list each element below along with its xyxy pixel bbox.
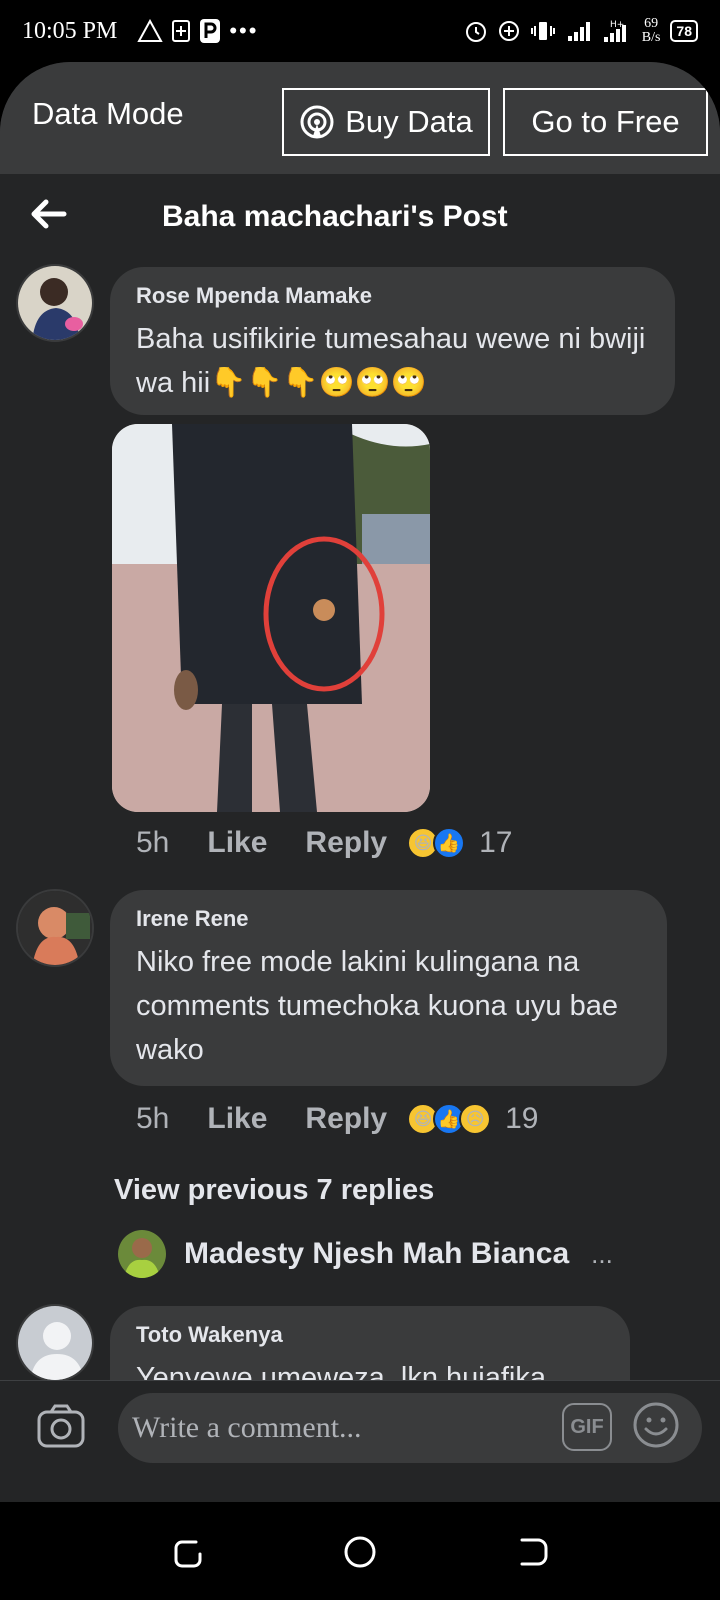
facebook-lite-app: Data Mode Buy Data Go to Free Baha macha… <box>0 62 720 1502</box>
go-to-free-label: Go to Free <box>531 104 680 139</box>
emoji-icon[interactable] <box>632 1401 680 1449</box>
buy-data-button[interactable]: Buy Data <box>282 88 490 156</box>
back-arrow-icon[interactable] <box>28 194 68 234</box>
comment-actions: 5h Like Reply 😆 👍 17 <box>136 826 512 860</box>
gif-icon[interactable]: GIF <box>562 1403 612 1451</box>
broadcast-icon <box>300 105 334 139</box>
network-speed: 69 B/s <box>642 17 661 45</box>
post-header: Baha machachari's Post <box>0 174 720 264</box>
comment-author[interactable]: Toto Wakenya <box>136 1322 604 1348</box>
status-right-icons: H+ 69 B/s 78 <box>464 17 698 45</box>
status-time: 10:05 PM <box>22 17 118 44</box>
buy-data-label: Buy Data <box>345 104 473 139</box>
comment-composer: GIF <box>0 1380 720 1502</box>
signal-2-icon: H+ <box>603 20 626 42</box>
camera-icon[interactable] <box>36 1403 86 1449</box>
reply-avatar-photo <box>118 1230 166 1278</box>
data-mode-label: Data Mode <box>32 96 184 131</box>
like-button[interactable]: Like <box>207 826 267 860</box>
signal-1-icon <box>567 22 590 41</box>
comment-text: Niko free mode lakini kulingana na comme… <box>136 946 618 1066</box>
sad-reaction-icon: 😥 <box>459 1103 492 1135</box>
navigation-bar <box>0 1502 720 1600</box>
reply-author: Madesty Njesh Mah Bianca <box>184 1237 570 1270</box>
reply-more: ... <box>591 1238 613 1269</box>
like-reaction-icon: 👍 <box>433 827 466 859</box>
vibrate-icon <box>530 22 555 40</box>
avatar[interactable] <box>118 1230 166 1278</box>
avatar-photo <box>18 266 92 340</box>
reactions[interactable]: 😆 👍 😥 <box>407 1103 492 1135</box>
comment-time: 5h <box>136 1102 170 1135</box>
data-saver-icon <box>498 21 519 41</box>
avatar[interactable] <box>16 889 94 967</box>
alarm-icon <box>465 22 486 42</box>
reaction-count: 19 <box>505 1102 539 1135</box>
warning-triangle-icon <box>137 19 164 42</box>
reply-button[interactable]: Reply <box>305 826 387 860</box>
back-icon[interactable] <box>514 1532 554 1572</box>
comment-actions: 5h Like Reply 😆 👍 😥 19 <box>136 1102 538 1136</box>
default-profile-icon <box>18 1306 92 1380</box>
comment-image[interactable] <box>112 424 430 812</box>
more-notifications-icon: ••• <box>229 18 259 43</box>
battery-icon: 78 <box>670 20 698 42</box>
comment-bubble[interactable]: Rose Mpenda Mamake Baha usifikirie tumes… <box>110 267 675 415</box>
reply-preview[interactable]: Madesty Njesh Mah Bianca ... <box>118 1230 613 1278</box>
like-button[interactable]: Like <box>207 1102 267 1136</box>
reply-button[interactable]: Reply <box>305 1102 387 1136</box>
battery-level: 78 <box>676 23 692 39</box>
comment-time: 5h <box>136 826 170 859</box>
network-speed-unit: B/s <box>641 30 661 45</box>
avatar[interactable] <box>16 264 94 342</box>
avatar-photo <box>18 891 92 965</box>
status-bar: 10:05 PM ••• H+ 69 B/s 78 <box>0 0 720 62</box>
network-speed-value: 69 <box>644 16 659 31</box>
home-icon[interactable] <box>340 1532 380 1572</box>
gif-label: GIF <box>570 1415 604 1438</box>
data-mode-banner: Data Mode Buy Data Go to Free <box>0 62 720 174</box>
comment-bubble[interactable]: Irene Rene Niko free mode lakini kulinga… <box>110 890 667 1086</box>
comment-author[interactable]: Rose Mpenda Mamake <box>136 283 649 309</box>
view-previous-replies-link[interactable]: View previous 7 replies <box>114 1174 434 1207</box>
comment-author[interactable]: Irene Rene <box>136 906 641 932</box>
p-app-icon <box>200 19 221 43</box>
comment-input[interactable] <box>118 1393 702 1463</box>
notification-icons: ••• <box>137 18 258 44</box>
comment-photo <box>112 424 430 812</box>
avatar[interactable] <box>16 1304 94 1382</box>
recent-apps-icon[interactable] <box>168 1532 208 1572</box>
comment-text: Baha usifikirie tumesahau wewe ni bwiji … <box>136 323 646 399</box>
page-title: Baha machachari's Post <box>162 200 508 233</box>
reaction-count: 17 <box>479 826 513 859</box>
go-to-free-button[interactable]: Go to Free <box>503 88 708 156</box>
sim-card-icon <box>172 20 191 42</box>
reactions[interactable]: 😆 👍 <box>407 827 466 859</box>
